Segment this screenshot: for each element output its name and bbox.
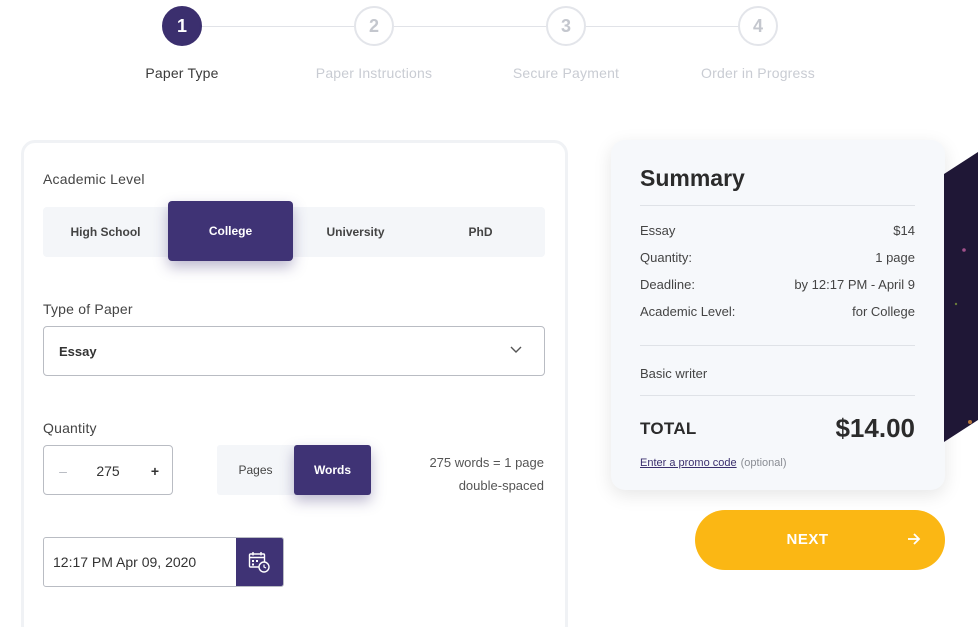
divider [640, 395, 915, 396]
next-button[interactable]: NEXT [695, 510, 945, 570]
promo-code-row: Enter a promo code (optional) [640, 457, 786, 469]
deadline-value: 12:17 PM Apr 09, 2020 [53, 554, 197, 570]
summary-title: Summary [640, 165, 745, 191]
summary-value: by 12:17 PM - April 9 [794, 277, 915, 292]
summary-key: Deadline: [640, 277, 695, 292]
quantity-input[interactable]: 275 [82, 446, 134, 496]
summary-row-deadline: Deadline: by 12:17 PM - April 9 [640, 277, 915, 297]
chevron-down-icon [510, 346, 522, 353]
total-label: TOTAL [640, 419, 697, 438]
progress-stepper: 1 Paper Type 2 Paper Instructions 3 Secu… [0, 0, 978, 100]
summary-value: for College [852, 304, 915, 319]
step-number: 3 [546, 6, 586, 46]
step-label: Order in Progress [701, 65, 815, 81]
academic-level-label: Academic Level [43, 171, 145, 187]
words-note-line1: 275 words = 1 page [429, 455, 544, 470]
step-number: 1 [162, 6, 202, 46]
quantity-decrement-button[interactable]: – [52, 446, 74, 496]
paper-type-value: Essay [59, 344, 97, 359]
summary-value: $14 [893, 223, 915, 238]
step-number: 2 [354, 6, 394, 46]
step-secure-payment[interactable]: 3 Secure Payment [486, 6, 646, 81]
summary-row-academic-level: Academic Level: for College [640, 304, 915, 324]
arrow-right-icon [908, 533, 921, 545]
decorative-space-panel [944, 152, 978, 442]
calendar-button[interactable] [236, 538, 283, 586]
quantity-label: Quantity [43, 420, 97, 436]
summary-key: Quantity: [640, 250, 693, 265]
next-button-label: NEXT [786, 531, 829, 548]
calendar-clock-icon [248, 552, 270, 573]
order-summary-panel: Summary Essay $14 Quantity: 1 page Deadl… [611, 140, 945, 490]
level-option-high-school[interactable]: High School [43, 207, 168, 257]
level-option-phd[interactable]: PhD [418, 207, 543, 257]
total-price: $14.00 [835, 413, 915, 443]
step-label: Secure Payment [512, 65, 620, 81]
level-option-university[interactable]: University [293, 207, 418, 257]
words-note-line2: double-spaced [458, 478, 544, 493]
summary-key: Essay [640, 223, 676, 238]
writer-level: Basic writer [640, 366, 708, 381]
step-label: Paper Type [145, 65, 219, 81]
summary-key: Academic Level: [640, 304, 736, 319]
quantity-stepper: – 275 + [43, 445, 173, 495]
step-paper-type[interactable]: 1 Paper Type [102, 6, 262, 81]
order-form-card: Academic Level High School College Unive… [21, 140, 568, 627]
unit-option-words[interactable]: Words [294, 445, 371, 495]
deadline-field[interactable]: 12:17 PM Apr 09, 2020 [43, 537, 284, 587]
step-label: Paper Instructions [315, 65, 433, 81]
divider [640, 345, 915, 346]
unit-option-pages[interactable]: Pages [217, 445, 294, 495]
summary-row-quantity: Quantity: 1 page [640, 250, 915, 270]
words-per-page-note: 275 words = 1 page double-spaced [429, 451, 544, 497]
summary-value: 1 page [875, 250, 915, 265]
promo-optional-text: (optional) [740, 457, 787, 469]
summary-row-paper: Essay $14 [640, 223, 915, 243]
level-option-college[interactable]: College [168, 201, 293, 261]
paper-type-label: Type of Paper [43, 301, 133, 317]
promo-code-link[interactable]: Enter a promo code [640, 457, 737, 469]
step-paper-instructions[interactable]: 2 Paper Instructions [294, 6, 454, 81]
quantity-unit-toggle: Pages Words [217, 445, 371, 495]
academic-level-selector: High School College University PhD [43, 201, 545, 261]
quantity-increment-button[interactable]: + [144, 446, 166, 496]
paper-type-select[interactable]: Essay [43, 326, 545, 376]
step-order-in-progress[interactable]: 4 Order in Progress [678, 6, 838, 81]
divider [640, 205, 915, 206]
step-number: 4 [738, 6, 778, 46]
